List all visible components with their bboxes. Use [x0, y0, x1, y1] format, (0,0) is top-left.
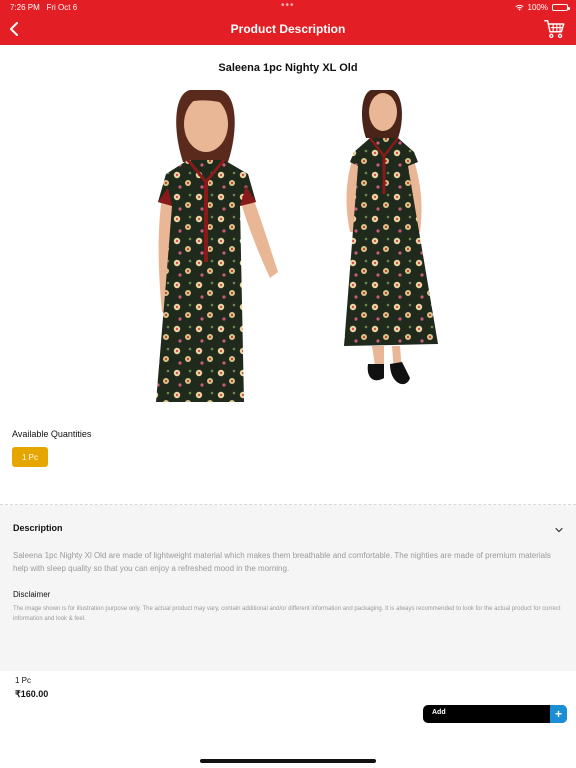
description-heading: Description: [13, 523, 63, 533]
home-indicator[interactable]: [200, 759, 376, 763]
selected-quantity: 1 Pc: [15, 676, 32, 685]
bottom-bar: 1 Pc ₹160.00 Add +: [0, 671, 576, 768]
product-photo: [128, 82, 448, 402]
battery-percent: 100%: [527, 3, 548, 12]
available-quantities-label: Available Quantities: [12, 429, 92, 439]
plus-icon[interactable]: +: [550, 705, 567, 723]
battery-icon: [552, 4, 570, 11]
wifi-icon: [515, 4, 524, 11]
multitasking-dots[interactable]: •••: [281, 0, 295, 11]
add-to-cart-button[interactable]: Add +: [423, 705, 567, 723]
quantity-option-1pc[interactable]: 1 Pc: [12, 447, 48, 467]
status-indicators: 100%: [515, 3, 570, 12]
description-text: Saleena 1pc Nighty Xl Old are made of li…: [13, 551, 551, 573]
product-name: Saleena 1pc Nighty XL Old: [218, 62, 358, 74]
chevron-down-icon[interactable]: [554, 525, 564, 535]
product-image: [128, 82, 448, 402]
page-title: Product Description: [230, 22, 346, 36]
status-time: 7:26 PM Fri Oct 6: [10, 3, 78, 12]
disclaimer-heading: Disclaimer: [13, 590, 51, 599]
disclaimer-text: The image shown is for illustration purp…: [13, 606, 561, 622]
cart-icon[interactable]: [544, 18, 566, 40]
product-price: ₹160.00: [15, 689, 49, 699]
app-header: 7:26 PM Fri Oct 6 ••• 100% Product Descr…: [0, 0, 576, 45]
add-button-label: Add: [432, 709, 446, 716]
description-section: Description Saleena 1pc Nighty Xl Old ar…: [0, 505, 576, 671]
status-bar: 7:26 PM Fri Oct 6 ••• 100%: [0, 0, 576, 14]
